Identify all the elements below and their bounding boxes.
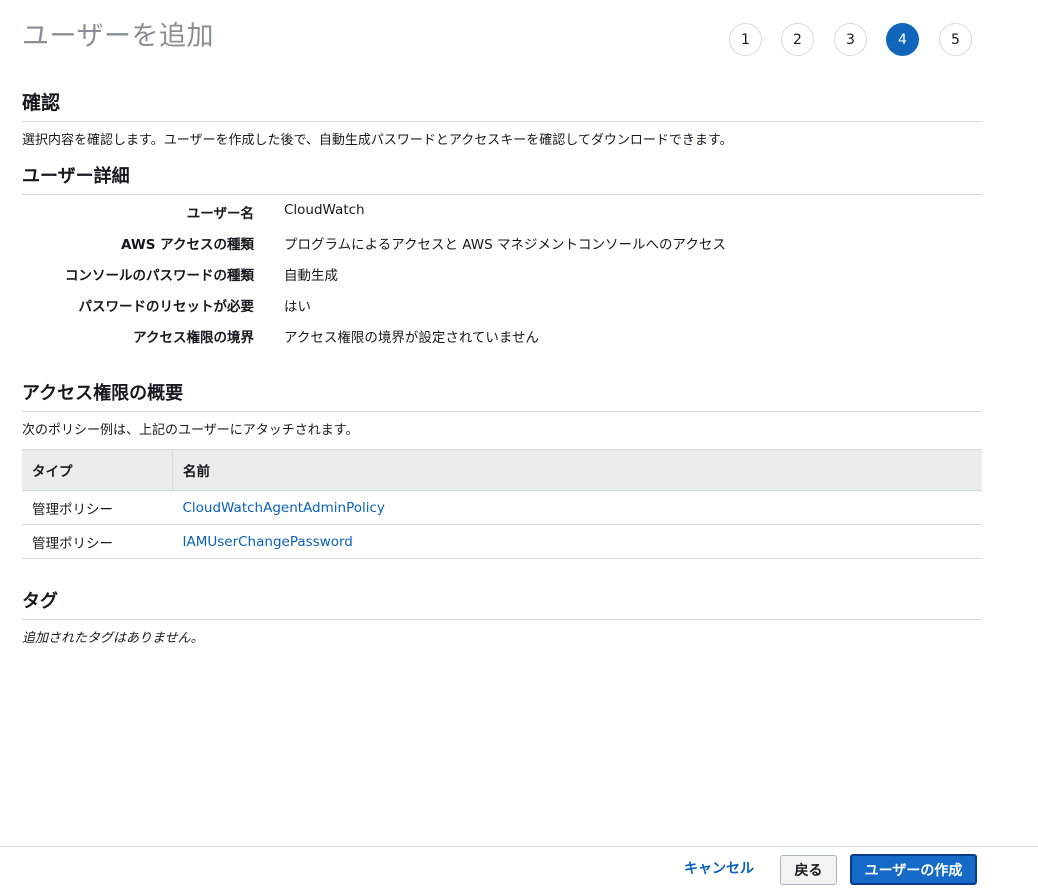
permissions-title: アクセス権限の概要 (22, 379, 982, 412)
step-4-current[interactable]: 4 (886, 23, 919, 56)
user-details-title: ユーザー詳細 (22, 162, 982, 195)
column-header-name[interactable]: 名前 (172, 449, 982, 491)
permissions-section: アクセス権限の概要 次のポリシー例は、上記のユーザーにアタッチされます。 タイプ… (22, 379, 982, 569)
detail-key: AWS アクセスの種類 (121, 237, 254, 253)
detail-row-access-type: AWS アクセスの種類 プログラムによるアクセスと AWS マネジメントコンソー… (22, 233, 982, 253)
policy-link[interactable]: CloudWatchAgentAdminPolicy (183, 500, 385, 516)
detail-row-password-type: コンソールのパスワードの種類 自動生成 (22, 264, 982, 284)
detail-row-username: ユーザー名 CloudWatch (22, 202, 982, 222)
policy-type: 管理ポリシー (22, 490, 173, 525)
permissions-description: 次のポリシー例は、上記のユーザーにアタッチされます。 (22, 423, 359, 438)
table-row: 管理ポリシー IAMUserChangePassword (22, 524, 982, 559)
detail-key: ユーザー名 (186, 206, 254, 222)
detail-row-password-reset: パスワードのリセットが必要 はい (22, 295, 982, 315)
detail-value: プログラムによるアクセスと AWS マネジメントコンソールへのアクセス (284, 237, 726, 253)
review-description: 選択内容を確認します。ユーザーを作成した後で、自動生成パスワードとアクセスキーを… (22, 133, 733, 148)
detail-row-permissions-boundary: アクセス権限の境界 アクセス権限の境界が設定されていません (22, 326, 982, 346)
policy-link[interactable]: IAMUserChangePassword (183, 534, 353, 550)
tags-title: タグ (22, 587, 982, 620)
review-title: 確認 (22, 88, 982, 122)
detail-key: アクセス権限の境界 (133, 330, 254, 346)
detail-key: コンソールのパスワードの種類 (65, 268, 254, 284)
policy-type: 管理ポリシー (22, 524, 173, 559)
page-title: ユーザーを追加 (22, 21, 214, 52)
user-details-section: ユーザー詳細 ユーザー名 CloudWatch AWS アクセスの種類 プログラ… (22, 162, 982, 362)
detail-value: 自動生成 (284, 268, 338, 284)
column-header-type[interactable]: タイプ (22, 449, 173, 491)
table-header-row: タイプ 名前 (22, 449, 982, 491)
detail-key: パスワードのリセットが必要 (78, 299, 255, 315)
back-button[interactable]: 戻る (780, 855, 837, 885)
add-user-page: ユーザーを追加 1 2 3 4 5 確認 選択内容を確認します。ユーザーを作成し… (0, 0, 1038, 888)
detail-value: はい (284, 299, 311, 315)
tags-section: タグ 追加されたタグはありません。 (22, 587, 982, 646)
policy-name-cell: CloudWatchAgentAdminPolicy (172, 490, 982, 525)
tags-empty-text: 追加されたタグはありません。 (22, 631, 204, 646)
step-3[interactable]: 3 (834, 23, 867, 56)
detail-value: アクセス権限の境界が設定されていません (284, 330, 540, 346)
table-row: 管理ポリシー CloudWatchAgentAdminPolicy (22, 490, 982, 525)
review-section: 確認 選択内容を確認します。ユーザーを作成した後で、自動生成パスワードとアクセス… (22, 88, 982, 148)
policy-table: タイプ 名前 管理ポリシー CloudWatchAgentAdminPolicy… (22, 449, 982, 559)
step-2[interactable]: 2 (781, 23, 814, 56)
step-5[interactable]: 5 (939, 23, 972, 56)
step-1[interactable]: 1 (729, 23, 762, 56)
detail-value: CloudWatch (284, 202, 365, 218)
create-user-button[interactable]: ユーザーの作成 (850, 854, 977, 885)
footer-divider (0, 846, 1038, 847)
cancel-button[interactable]: キャンセル (684, 858, 754, 878)
policy-name-cell: IAMUserChangePassword (172, 524, 982, 559)
